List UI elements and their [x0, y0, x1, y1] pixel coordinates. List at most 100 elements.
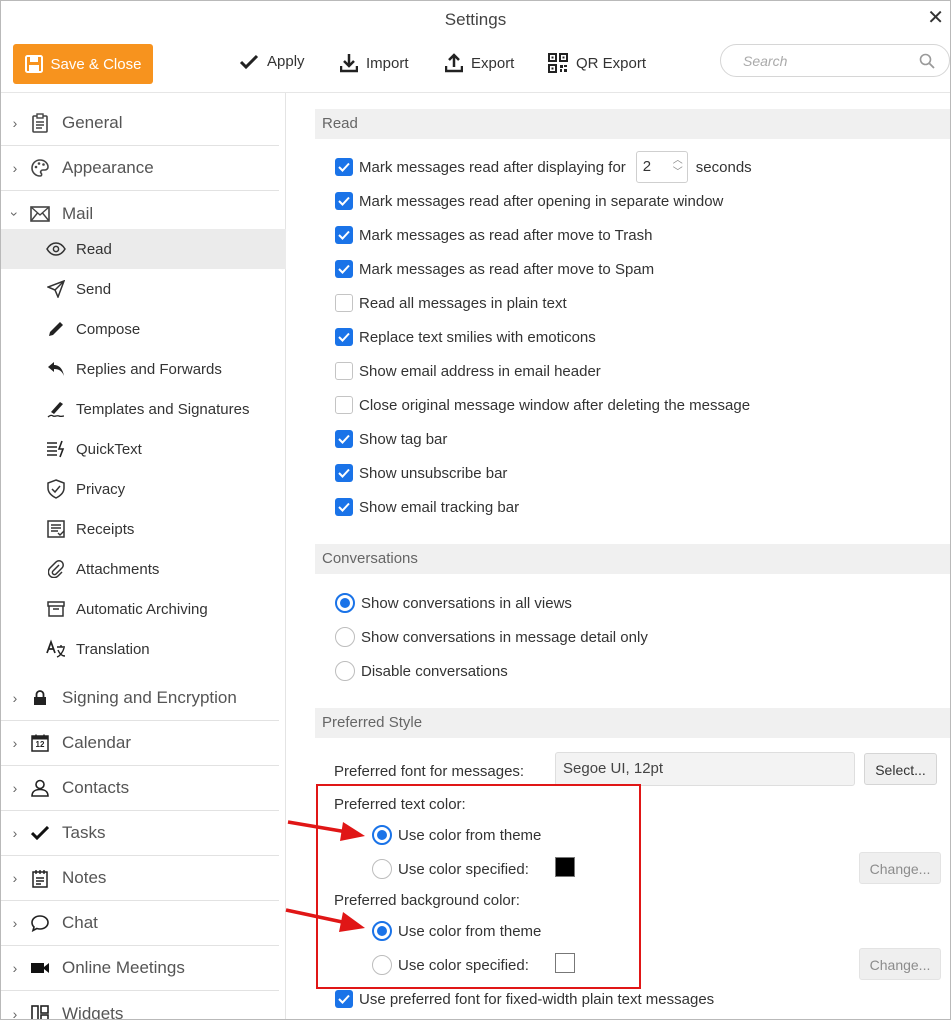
checkbox[interactable]	[335, 226, 353, 244]
section-header-conversations: Conversations	[315, 544, 950, 574]
chevron-right-icon: ›	[12, 1005, 18, 1020]
sidebar-group-label: Widgets	[62, 1003, 124, 1020]
sidebar-item-receipts[interactable]: Receipts	[1, 509, 286, 549]
sidebar-group-general[interactable]: › General	[1, 101, 279, 146]
checkbox[interactable]	[335, 158, 353, 176]
reply-icon	[46, 361, 66, 377]
sidebar-item-archiving[interactable]: Automatic Archiving	[1, 589, 286, 629]
window-title: Settings	[444, 10, 507, 29]
sidebar-group-contacts[interactable]: › Contacts	[1, 766, 279, 811]
sidebar-item-templates[interactable]: Templates and Signatures	[1, 389, 286, 429]
chevron-right-icon: ›	[12, 690, 18, 706]
chevron-right-icon: ›	[12, 735, 18, 751]
sidebar-group-meetings[interactable]: › Online Meetings	[1, 946, 279, 991]
sidebar-item-compose[interactable]: Compose	[1, 309, 286, 349]
chevron-right-icon: ›	[12, 160, 18, 176]
radio-button[interactable]	[335, 593, 355, 613]
option-label: Replace text smilies with emoticons	[359, 328, 596, 346]
sidebar-item-translation[interactable]: Translation	[1, 629, 286, 669]
sidebar-item-send[interactable]: Send	[1, 269, 286, 309]
sidebar-group-calendar[interactable]: › 12 Calendar	[1, 721, 279, 766]
checkbox[interactable]	[335, 498, 353, 516]
pencil-icon	[46, 320, 66, 338]
sidebar-item-quicktext[interactable]: QuickText	[1, 429, 286, 469]
checkbox[interactable]	[335, 362, 353, 380]
option-label: Mark messages as read after move to Tras…	[359, 226, 653, 244]
qr-code-icon	[548, 53, 568, 73]
checkbox[interactable]	[335, 328, 353, 346]
option-conv-detail-only: Show conversations in message detail onl…	[335, 625, 648, 649]
seconds-stepper[interactable]: 2 ︿ ﹀	[635, 151, 688, 183]
export-label: Export	[471, 54, 515, 72]
checkbox[interactable]	[335, 464, 353, 482]
qr-export-button[interactable]: QR Export	[548, 53, 646, 73]
chevron-right-icon: ›	[12, 780, 18, 796]
sidebar-group-appearance[interactable]: › Appearance	[1, 146, 279, 191]
option-label: Show unsubscribe bar	[359, 464, 508, 482]
sidebar-item-label: Read	[76, 240, 112, 258]
person-icon	[29, 779, 51, 797]
import-button[interactable]: Import	[340, 53, 409, 73]
sidebar-group-label: Tasks	[62, 823, 106, 842]
sidebar-group-widgets[interactable]: › Widgets	[1, 991, 279, 1020]
sidebar-item-read[interactable]: Read	[1, 229, 286, 269]
close-icon[interactable]: ✕	[927, 5, 944, 30]
chevron-right-icon: ›	[12, 870, 18, 886]
sidebar-group-chat[interactable]: › Chat	[1, 901, 279, 946]
checkbox[interactable]	[335, 430, 353, 448]
option-mark-read-after-display: Mark messages read after displaying for …	[335, 151, 752, 183]
calendar-day: 12	[35, 740, 45, 749]
sidebar-item-label: Automatic Archiving	[76, 600, 208, 618]
search-placeholder: Search	[743, 52, 788, 69]
paper-plane-icon	[46, 280, 66, 298]
save-close-button[interactable]: Save & Close	[13, 44, 153, 84]
sidebar-group-label: Notes	[62, 868, 107, 887]
radio-button[interactable]	[335, 661, 355, 681]
option-label: Show email tracking bar	[359, 498, 520, 516]
option-label: Mark messages read after opening in sepa…	[359, 192, 724, 210]
export-button[interactable]: Export	[445, 53, 514, 73]
option-label: Show email address in email header	[359, 362, 601, 380]
select-font-button[interactable]: Select...	[864, 753, 937, 785]
checkbox[interactable]	[335, 192, 353, 210]
settings-window: Settings ✕ Save & Close Apply Import Exp…	[0, 0, 951, 1020]
sidebar-item-label: Receipts	[76, 520, 135, 538]
save-disk-icon	[24, 55, 43, 73]
checkbox[interactable]	[335, 260, 353, 278]
search-input[interactable]: Search	[720, 44, 950, 77]
checkbox[interactable]	[335, 294, 353, 312]
translate-icon	[46, 639, 66, 659]
option-email-in-header: Show email address in email header	[335, 359, 601, 383]
change-bg-color-button[interactable]: Change...	[859, 948, 941, 980]
red-arrow-icon	[285, 908, 365, 932]
sidebar-group-tasks[interactable]: › Tasks	[1, 811, 279, 856]
red-arrow-icon	[287, 820, 365, 841]
chevron-down-icon: ›	[7, 211, 23, 216]
option-fixed-width-font: Use preferred font for fixed-width plain…	[335, 987, 714, 1011]
sidebar-item-attachments[interactable]: Attachments	[1, 549, 286, 589]
seconds-value: 2	[642, 158, 652, 175]
sidebar-item-privacy[interactable]: Privacy	[1, 469, 286, 509]
checkbox[interactable]	[335, 396, 353, 414]
section-header-preferred-style: Preferred Style	[315, 708, 950, 738]
option-conv-all-views: Show conversations in all views	[335, 591, 572, 615]
sidebar-item-replies[interactable]: Replies and Forwards	[1, 349, 286, 389]
radio-button[interactable]	[335, 627, 355, 647]
checkbox[interactable]	[335, 990, 353, 1008]
sidebar-group-label: Calendar	[62, 733, 131, 752]
notepad-icon	[29, 869, 51, 888]
apply-button[interactable]: Apply	[239, 53, 305, 70]
sidebar-group-notes[interactable]: › Notes	[1, 856, 279, 901]
stepper-arrows-icon[interactable]: ︿ ﹀	[673, 155, 683, 179]
video-camera-icon	[29, 961, 51, 975]
clipboard-icon	[29, 113, 51, 133]
export-icon	[445, 53, 463, 73]
section-header-read: Read	[315, 109, 950, 139]
option-conv-disable: Disable conversations	[335, 659, 508, 683]
change-text-color-button[interactable]: Change...	[859, 852, 941, 884]
palette-icon	[29, 158, 51, 178]
chevron-right-icon: ›	[12, 960, 18, 976]
sidebar-group-signing[interactable]: › Signing and Encryption	[1, 676, 279, 721]
option-label: Read all messages in plain text	[359, 294, 567, 312]
option-tag-bar: Show tag bar	[335, 427, 447, 451]
